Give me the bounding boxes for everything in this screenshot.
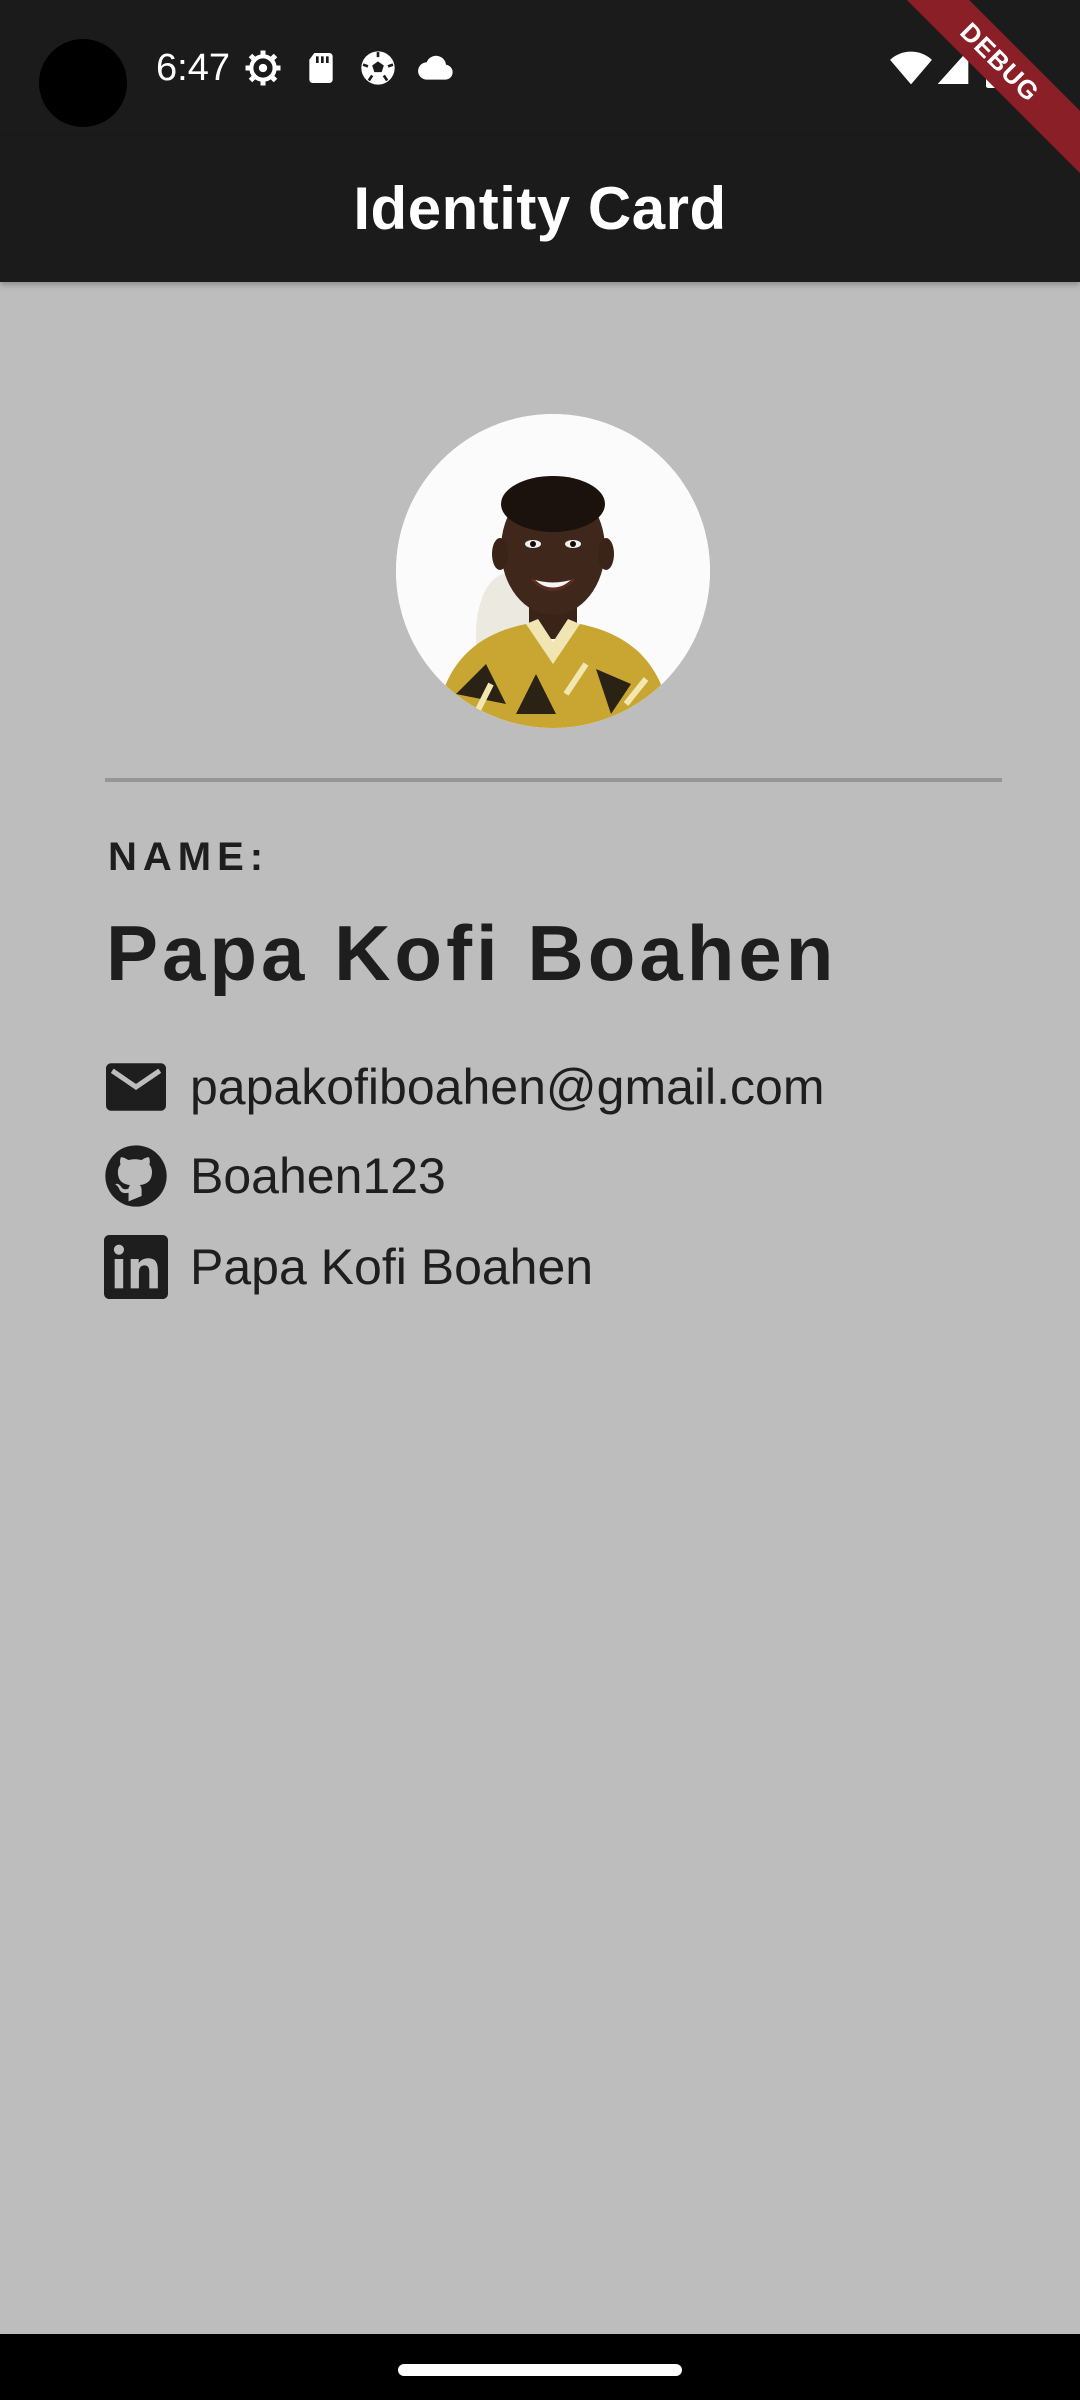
- contact-linkedin-row[interactable]: Papa Kofi Boahen: [102, 1232, 593, 1302]
- status-time: 6:47: [156, 47, 230, 89]
- app-bar: Identity Card: [0, 136, 1080, 282]
- email-icon: [102, 1053, 170, 1121]
- app-title: Identity Card: [353, 175, 727, 242]
- profile-photo: [396, 414, 710, 728]
- github-icon: [102, 1142, 170, 1210]
- camera-cutout: [39, 39, 127, 127]
- name-label: NAME:: [108, 835, 270, 879]
- wifi-icon: [890, 51, 932, 85]
- status-bar: 6:47: [0, 0, 1080, 136]
- linkedin-icon: [102, 1233, 170, 1301]
- screen: 6:47 Identity Card DEBUG NAME: Papa Kofi…: [0, 0, 1080, 2400]
- contact-linkedin-text: Papa Kofi Boahen: [190, 1239, 594, 1295]
- home-gesture-handle[interactable]: [398, 2364, 682, 2376]
- soccer-ball-icon: [361, 51, 395, 85]
- sd-card-icon: [309, 53, 333, 83]
- contact-email-text: papakofiboahen@gmail.com: [190, 1059, 825, 1115]
- full-name: Papa Kofi Boahen: [106, 909, 838, 997]
- contact-email-row[interactable]: papakofiboahen@gmail.com: [102, 1052, 824, 1122]
- contact-github-row[interactable]: Boahen123: [102, 1141, 446, 1211]
- settings-gear-icon: [245, 50, 281, 86]
- divider: [105, 778, 1002, 782]
- avatar: [396, 414, 710, 728]
- cloud-icon: [418, 55, 453, 80]
- contact-github-text: Boahen123: [190, 1148, 446, 1204]
